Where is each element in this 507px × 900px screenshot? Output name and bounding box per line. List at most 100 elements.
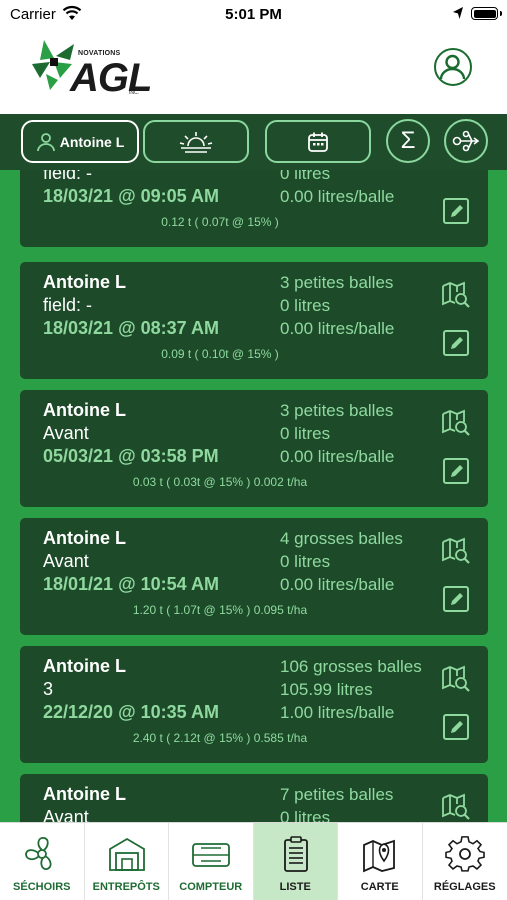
logo-inc-text: INC. <box>129 90 139 96</box>
counter-icon <box>192 843 230 867</box>
edit-button[interactable] <box>443 458 469 484</box>
record-litres: 0 litres <box>280 296 331 315</box>
record-summary: 2.40 t ( 2.12t @ 15% ) 0.585 t/ha <box>132 731 308 745</box>
record-date: 18/03/21 @ 08:37 AM <box>43 318 219 338</box>
bottom-tab-bar: SÉCHOIRS ENTREPÔTS COMPTEUR LISTE CARTE … <box>0 822 507 900</box>
pencil-icon <box>451 205 463 217</box>
record-bales: 7 petites balles <box>280 785 394 804</box>
record-card[interactable]: Antoine L 3 22/12/20 @ 10:35 AM 106 gros… <box>20 646 488 763</box>
battery-icon <box>471 7 502 20</box>
edit-button[interactable] <box>443 330 469 356</box>
tab-label: COMPTEUR <box>179 881 243 893</box>
pencil-icon <box>451 337 463 349</box>
tab-liste[interactable]: LISTE <box>253 823 338 900</box>
share-button[interactable] <box>444 119 488 163</box>
profile-button[interactable] <box>434 48 472 86</box>
pencil-icon <box>451 593 463 605</box>
record-bales: 3 petites balles <box>280 273 394 292</box>
record-operator: Antoine L <box>43 272 126 292</box>
app-header: NOVATIONS AGL INC. <box>0 30 507 114</box>
record-summary: 0.12 t ( 0.07t @ 15% ) <box>161 215 279 229</box>
user-filter-label: Antoine L <box>59 133 125 150</box>
record-operator: Antoine L <box>43 400 126 420</box>
totals-button[interactable]: Σ <box>386 119 430 163</box>
record-field: Avant <box>43 423 89 443</box>
record-litres-per-bale: 0.00 litres/balle <box>280 319 395 338</box>
map-pin-icon <box>363 839 395 873</box>
record-litres: 0 litres <box>280 808 331 822</box>
pencil-icon <box>451 465 463 477</box>
record-date: 18/03/21 @ 09:05 AM <box>43 186 219 206</box>
gear-icon <box>444 836 485 872</box>
share-flow-icon <box>452 130 480 152</box>
record-card[interactable]: Antoine L Avant 18/01/21 @ 10:54 AM 4 gr… <box>20 518 488 635</box>
record-bales: 106 grosses balles <box>280 657 422 676</box>
clipboard-list-icon <box>283 836 308 872</box>
tab-compteur[interactable]: COMPTEUR <box>169 823 254 900</box>
record-date: 05/03/21 @ 03:58 PM <box>43 446 219 466</box>
map-search-icon[interactable] <box>441 664 471 694</box>
tab-carte[interactable]: CARTE <box>338 823 423 900</box>
fan-icon <box>25 837 52 870</box>
record-litres-per-bale: 0.00 litres/balle <box>280 447 395 466</box>
sigma-icon: Σ <box>400 127 416 154</box>
status-time: 5:01 PM <box>225 6 282 23</box>
records-list[interactable]: field: - 18/03/21 @ 09:05 AM 0 litres 0.… <box>0 170 507 822</box>
date-filter-button[interactable] <box>265 120 371 163</box>
warehouse-icon <box>108 837 145 871</box>
record-field: Avant <box>43 807 89 822</box>
record-card[interactable]: Antoine L field: - 18/03/21 @ 08:37 AM 3… <box>20 262 488 379</box>
status-bar: Carrier 5:01 PM <box>0 0 507 30</box>
record-card[interactable]: Antoine L Avant 05/03/21 @ 03:58 PM 3 pe… <box>20 390 488 507</box>
record-card[interactable]: Antoine L Avant 7 petites balles 0 litre… <box>20 774 488 822</box>
record-litres-per-bale: 0.00 litres/balle <box>280 187 395 206</box>
filter-toolbar: Antoine L Σ <box>0 114 507 170</box>
edit-button[interactable] <box>443 714 469 740</box>
record-litres-per-bale: 1.00 litres/balle <box>280 703 395 722</box>
record-litres: 105.99 litres <box>280 680 373 699</box>
agl-logo: NOVATIONS AGL INC. <box>30 38 152 104</box>
pencil-icon <box>451 721 463 733</box>
record-bales: 4 grosses balles <box>280 529 403 548</box>
record-summary: 0.09 t ( 0.10t @ 15% ) <box>161 347 279 361</box>
tab-label: SÉCHOIRS <box>13 881 71 893</box>
map-search-icon[interactable] <box>441 792 471 822</box>
record-litres: 0 litres <box>280 552 331 571</box>
user-icon <box>36 132 55 151</box>
tab-label: CARTE <box>360 881 399 893</box>
weather-filter-button[interactable] <box>143 120 249 163</box>
logo-big-text: AGL <box>70 56 152 100</box>
tab-label: RÉGLAGES <box>433 881 496 893</box>
calendar-icon <box>308 132 328 152</box>
edit-button[interactable] <box>443 586 469 612</box>
tab-entrepots[interactable]: ENTREPÔTS <box>85 823 169 900</box>
map-search-icon[interactable] <box>441 536 471 566</box>
tab-reglages[interactable]: RÉGLAGES <box>423 823 507 900</box>
record-card[interactable]: field: - 18/03/21 @ 09:05 AM 0 litres 0.… <box>20 170 488 247</box>
record-field: Avant <box>43 551 89 571</box>
record-operator: Antoine L <box>43 784 126 804</box>
user-filter-button[interactable]: Antoine L <box>21 120 139 163</box>
record-litres-per-bale: 0.00 litres/balle <box>280 575 395 594</box>
record-date: 18/01/21 @ 10:54 AM <box>43 574 219 594</box>
record-bales: 3 petites balles <box>280 401 394 420</box>
record-field: 3 <box>43 679 54 699</box>
record-litres: 0 litres <box>280 424 331 443</box>
record-field: field: - <box>43 170 93 183</box>
sun-icon <box>179 131 213 153</box>
tab-label: LISTE <box>279 881 311 893</box>
record-field: field: - <box>43 295 93 315</box>
location-arrow-icon <box>453 7 463 19</box>
record-operator: Antoine L <box>43 656 126 676</box>
tab-label: ENTREPÔTS <box>92 881 160 893</box>
record-litres: 0 litres <box>280 170 331 183</box>
tab-sechoirs[interactable]: SÉCHOIRS <box>0 823 85 900</box>
record-operator: Antoine L <box>43 528 126 548</box>
record-summary: 0.03 t ( 0.03t @ 15% ) 0.002 t/ha <box>132 475 308 489</box>
record-summary: 1.20 t ( 1.07t @ 15% ) 0.095 t/ha <box>132 603 308 617</box>
map-search-icon[interactable] <box>441 408 471 438</box>
edit-button[interactable] <box>443 198 469 224</box>
record-date: 22/12/20 @ 10:35 AM <box>43 702 219 722</box>
map-search-icon[interactable] <box>441 280 471 310</box>
user-circle-icon <box>439 54 466 80</box>
